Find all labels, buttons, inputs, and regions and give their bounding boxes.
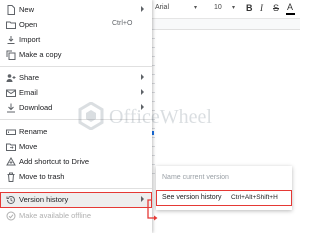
chevron-right-icon — [141, 74, 144, 80]
history-icon — [6, 195, 15, 204]
font-size-select[interactable]: 10 — [214, 4, 222, 11]
menu-item-label: Rename — [19, 127, 48, 136]
font-family-select[interactable]: Arial — [155, 4, 169, 11]
menu-item-open[interactable]: Open Ctrl+O — [0, 17, 152, 33]
officewheel-logo-icon — [78, 102, 104, 130]
folder-icon — [6, 21, 16, 29]
menu-divider — [0, 188, 152, 189]
strikethrough-button[interactable]: S — [273, 3, 279, 13]
menu-item-version-history[interactable]: Version history — [0, 192, 152, 208]
column-header-row — [152, 19, 300, 30]
menu-item-label: Make available offline — [19, 211, 91, 220]
trash-icon — [7, 172, 15, 182]
menu-item-make-offline[interactable]: Make available offline — [0, 208, 152, 224]
menu-item-label: Email — [19, 88, 38, 97]
offline-icon — [6, 211, 16, 221]
email-icon — [6, 89, 16, 97]
shortcut-text: Ctrl+Alt+Shift+H — [231, 194, 278, 201]
menu-item-move[interactable]: Move — [0, 139, 152, 155]
menu-item-label: Add shortcut to Drive — [19, 157, 90, 166]
menu-item-label: New — [19, 5, 35, 14]
download-icon — [7, 103, 15, 113]
menu-item-email[interactable]: Email — [0, 85, 152, 101]
move-icon — [6, 143, 16, 151]
shortcut-text: Ctrl+O — [112, 20, 133, 27]
copy-icon — [6, 50, 16, 60]
menu-item-label: Open — [19, 20, 38, 29]
chevron-down-icon[interactable]: ▾ — [232, 4, 235, 11]
menu-item-label: Share — [19, 73, 40, 82]
menu-item-label: Version history — [19, 195, 69, 204]
drive-shortcut-icon — [6, 157, 16, 166]
chevron-right-icon — [141, 196, 144, 202]
chevron-right-icon — [141, 89, 144, 95]
menu-item-new[interactable]: New — [0, 2, 152, 18]
chevron-right-icon — [141, 6, 144, 12]
formatting-toolbar: Arial ▾ 10 ▾ B I S A — [152, 0, 300, 19]
italic-button[interactable]: I — [260, 3, 263, 13]
menu-item-label: Make a copy — [19, 50, 62, 59]
menu-item-share[interactable]: Share — [0, 70, 152, 86]
submenu-item-label: See version history — [162, 194, 222, 201]
screen: Arial ▾ 10 ▾ B I S A New Open Ctrl+O Imp… — [0, 0, 300, 233]
text-color-button[interactable]: A — [287, 2, 293, 12]
menu-divider — [0, 66, 152, 67]
menu-item-add-shortcut[interactable]: Add shortcut to Drive — [0, 154, 152, 170]
menu-item-label: Move — [19, 142, 38, 151]
file-icon — [7, 5, 15, 15]
menu-item-label: Import — [19, 35, 41, 44]
menu-item-label: Move to trash — [19, 172, 65, 181]
submenu-item-see-version-history[interactable]: See version history Ctrl+Alt+Shift+H — [156, 190, 292, 206]
share-icon — [6, 74, 16, 82]
text-color-swatch — [286, 13, 295, 15]
import-icon — [7, 36, 15, 44]
chevron-down-icon[interactable]: ▾ — [194, 4, 197, 11]
menu-item-label: Download — [19, 103, 53, 112]
menu-item-import[interactable]: Import — [0, 32, 152, 48]
bold-button[interactable]: B — [246, 3, 253, 13]
watermark: OfficeWheel — [77, 102, 227, 132]
watermark-text: OfficeWheel — [109, 106, 212, 128]
version-history-submenu: Name current version See version history… — [156, 166, 292, 210]
menu-item-move-to-trash[interactable]: Move to trash — [0, 169, 152, 185]
menu-item-make-copy[interactable]: Make a copy — [0, 47, 152, 63]
rename-icon — [6, 129, 16, 135]
submenu-item-name-current-version[interactable]: Name current version — [156, 170, 292, 186]
submenu-item-label: Name current version — [162, 174, 229, 181]
